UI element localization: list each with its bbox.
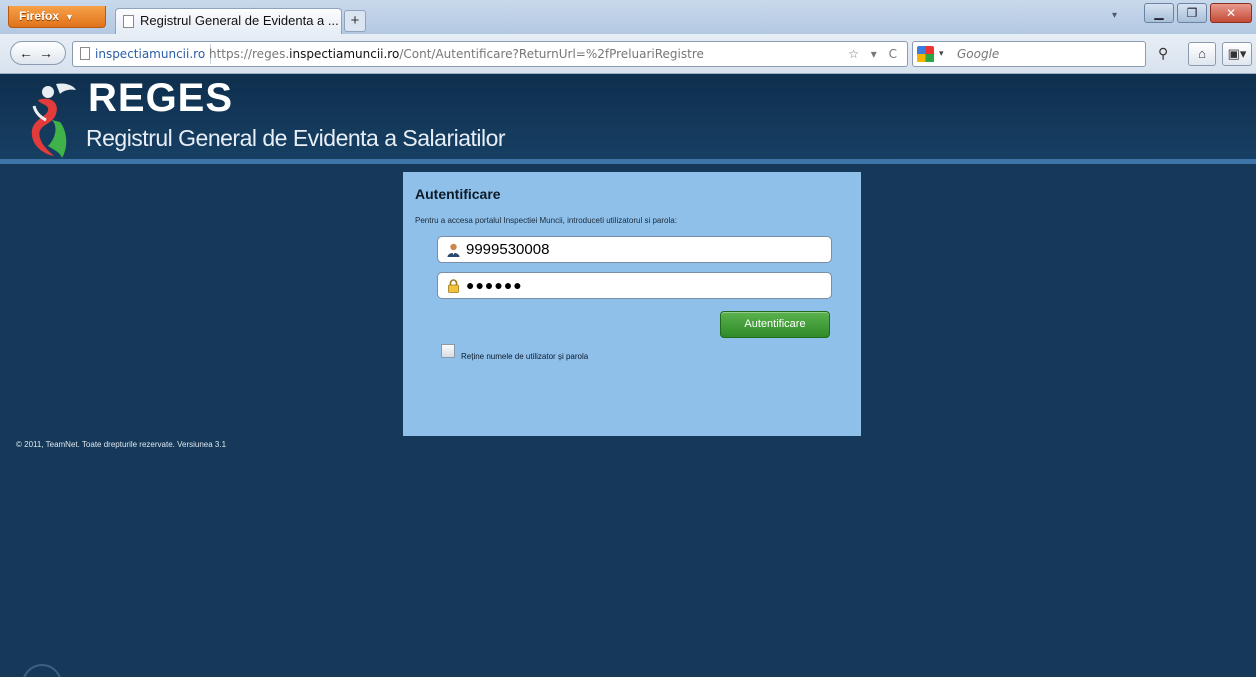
page-icon <box>123 15 134 28</box>
lock-icon <box>448 279 459 293</box>
chevron-down-icon: ▼ <box>65 12 74 22</box>
username-field[interactable]: 9999530008 <box>437 236 832 263</box>
remember-checkbox[interactable] <box>441 344 455 358</box>
corner-decoration <box>22 664 62 677</box>
login-panel: Autentificare Pentru a accesa portalul I… <box>403 172 861 436</box>
window-titlebar: Firefox ▼ Registrul General de Evidenta a… <box>0 0 1256 34</box>
login-title: Autentificare <box>415 186 501 202</box>
firefox-menu-label: Firefox <box>19 9 60 23</box>
site-subtitle: Registrul General de Evidenta a Salariat… <box>86 125 506 151</box>
firefox-menu-button[interactable]: Firefox ▼ <box>8 6 106 28</box>
address-bar[interactable]: inspectiamuncii.ro https://reges.inspect… <box>72 41 908 67</box>
site-identity-button[interactable]: inspectiamuncii.ro <box>75 44 212 64</box>
site-identity-label: inspectiamuncii.ro <box>95 47 206 61</box>
url-path: /Cont/Autentificare?ReturnUrl=%2fPreluar… <box>399 47 704 61</box>
main-content: Autentificare Pentru a accesa portalul I… <box>0 169 1256 677</box>
site-title: REGES <box>88 76 234 120</box>
footer-copyright: © 2011, TeamNet. Toate drepturile rezerv… <box>16 440 227 449</box>
username-value: 9999530008 <box>466 241 550 258</box>
remember-label[interactable]: Reține numele de utilizator și parola <box>461 352 588 361</box>
user-icon <box>447 243 460 257</box>
maximize-button[interactable]: ❐ <box>1177 3 1207 23</box>
reges-logo-icon <box>31 83 76 158</box>
search-input[interactable]: ▾ Google <box>912 41 1146 67</box>
password-value: ●●●●●● <box>466 277 523 293</box>
url-text: https://reges.inspectiamuncii.ro/Cont/Au… <box>209 42 704 66</box>
browser-tab[interactable]: Registrul General de Evidenta a ... <box>115 8 342 34</box>
search-icon[interactable]: ⚲ <box>1158 45 1168 62</box>
page-icon <box>80 47 90 60</box>
site-header: REGES Registrul General de Evidenta a Sa… <box>0 74 1256 164</box>
url-domain: inspectiamuncii.ro <box>289 47 400 61</box>
tab-title: Registrul General de Evidenta a ... <box>140 13 339 28</box>
new-tab-button[interactable]: + <box>344 10 366 32</box>
chevron-down-icon: ▾ <box>939 49 944 59</box>
bookmark-reload-icons[interactable]: ☆ ▾ C <box>848 42 901 66</box>
minimize-button[interactable]: ▁ <box>1144 3 1174 23</box>
url-prefix: https://reges. <box>209 47 290 61</box>
login-button[interactable]: Autentificare <box>720 311 830 338</box>
list-tabs-icon[interactable]: ▾ <box>1112 10 1117 21</box>
login-instructions: Pentru a accesa portalul Inspectiei Munc… <box>415 216 677 225</box>
back-forward-buttons[interactable]: ←→ <box>10 41 66 65</box>
close-window-button[interactable]: ✕ <box>1210 3 1252 23</box>
search-placeholder: Google <box>957 47 1000 61</box>
password-field[interactable]: ●●●●●● <box>437 272 832 299</box>
navigation-toolbar: ←→ inspectiamuncii.ro https://reges.insp… <box>0 34 1256 74</box>
google-icon[interactable] <box>917 46 934 62</box>
home-button[interactable]: ⌂ <box>1188 42 1216 66</box>
tools-button[interactable]: ▣▾ <box>1222 42 1252 66</box>
